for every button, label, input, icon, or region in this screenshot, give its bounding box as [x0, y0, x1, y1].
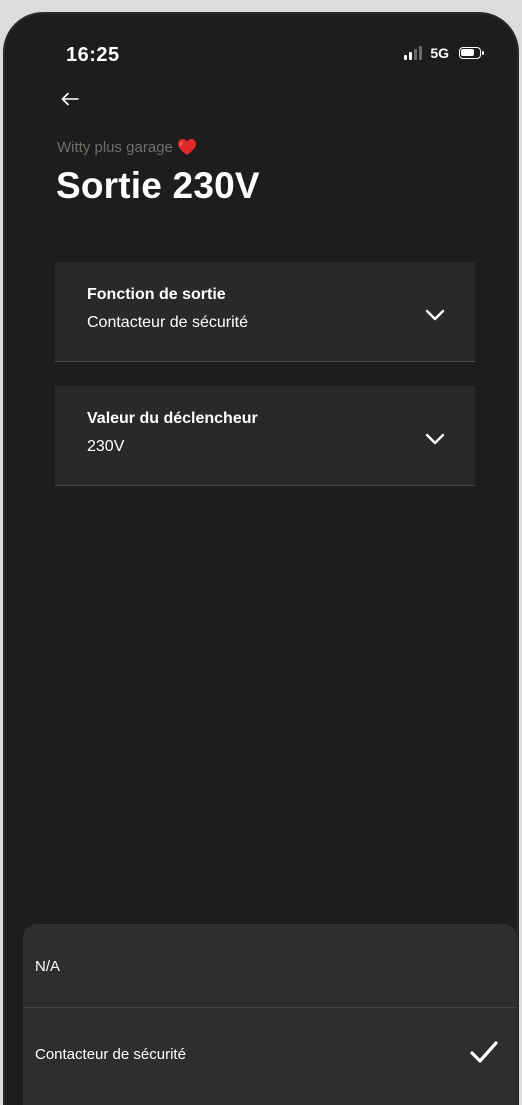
signal-icon — [404, 46, 423, 60]
output-function-label: Fonction de sortie — [87, 286, 226, 303]
screen-frame: 16:25 5G Witty plus garage Sortie 230V F… — [0, 0, 522, 1105]
trigger-value-label: Valeur du déclencheur — [87, 410, 258, 427]
back-button[interactable] — [57, 86, 83, 112]
trigger-value-select[interactable]: Valeur du déclencheur 230V — [55, 386, 475, 486]
trigger-value-value: 230V — [87, 438, 125, 455]
phone-screen: 16:25 5G Witty plus garage Sortie 230V F… — [5, 14, 517, 1105]
arrow-left-icon — [61, 92, 79, 106]
status-indicators: 5G — [404, 45, 484, 61]
device-name: Witty plus garage — [57, 138, 173, 156]
device-subtitle: Witty plus garage — [57, 138, 197, 156]
battery-icon — [459, 47, 484, 59]
status-time: 16:25 — [66, 44, 120, 66]
status-bar: 16:25 5G — [5, 14, 517, 84]
chevron-down-icon — [425, 433, 445, 445]
network-type: 5G — [430, 45, 449, 61]
option-safety-contactor[interactable]: Contacteur de sécurité — [23, 1010, 517, 1094]
option-label: Contacteur de sécurité — [35, 1046, 186, 1063]
option-label: N/A — [35, 958, 61, 975]
options-bottom-sheet: N/A Contacteur de sécurité — [23, 924, 517, 1105]
chevron-down-icon — [425, 309, 445, 321]
output-function-select[interactable]: Fonction de sortie Contacteur de sécurit… — [55, 262, 475, 362]
option-na[interactable]: N/A — [23, 924, 517, 1008]
output-function-value: Contacteur de sécurité — [87, 314, 248, 331]
heart-icon — [177, 139, 196, 155]
check-icon — [470, 1041, 498, 1063]
page-title: Sortie 230V — [56, 165, 260, 206]
